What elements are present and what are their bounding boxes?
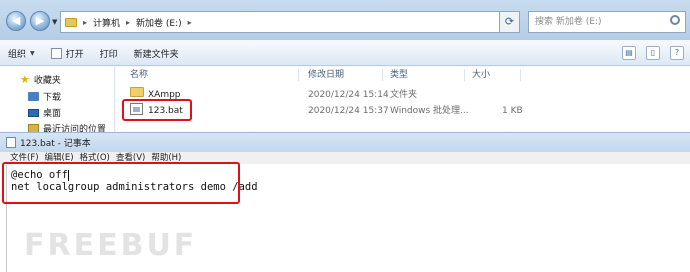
new-folder-button[interactable]: 新建文件夹: [126, 45, 187, 63]
back-button[interactable]: ◀: [6, 11, 26, 31]
notepad-icon: [6, 137, 16, 148]
file-size: 1 KB: [502, 106, 523, 116]
explorer-toolbar: 组织 ▼ 打开 打印 新建文件夹 ▤ ▯ ?: [0, 42, 690, 66]
watermark-logo: FREEBUF: [24, 228, 198, 263]
file-modified: 2020/12/24 15:37: [308, 106, 389, 116]
file-row[interactable]: XAmpp 2020/12/24 15:14 文件夹: [116, 87, 690, 103]
breadcrumb-separator-icon[interactable]: ▸: [188, 18, 192, 27]
column-header-name[interactable]: 名称: [130, 67, 148, 83]
sidebar-item-label: 下载: [43, 93, 62, 103]
organize-label: 组织: [8, 50, 27, 60]
navigation-pane: ★ 收藏夹 下载 桌面 最近访问的位置: [0, 67, 115, 140]
recent-pages-dropdown-icon[interactable]: ▼: [52, 18, 57, 26]
file-type: 文件夹: [390, 90, 418, 100]
breadcrumb-drive[interactable]: 新加卷 (E:): [136, 16, 182, 29]
desktop-icon: [28, 108, 39, 117]
column-header-modified[interactable]: 修改日期: [308, 67, 344, 83]
column-divider[interactable]: [298, 69, 299, 81]
downloads-icon: [28, 92, 39, 101]
search-input[interactable]: 搜索 新加卷 (E:): [528, 11, 686, 33]
notepad-titlebar: 123.bat - 记事本: [0, 132, 690, 152]
column-divider[interactable]: [464, 69, 465, 81]
sidebar-item-desktop[interactable]: 桌面: [28, 106, 61, 119]
folder-icon: [130, 87, 144, 97]
preview-pane-icon[interactable]: ▯: [646, 46, 660, 60]
file-row[interactable]: 123.bat 2020/12/24 15:37 Windows 批处理... …: [116, 103, 690, 119]
organize-button[interactable]: 组织 ▼: [0, 45, 43, 63]
chevron-down-icon: ▼: [30, 50, 35, 57]
file-type: Windows 批处理...: [390, 106, 469, 116]
search-placeholder: 搜索 新加卷 (E:): [535, 17, 602, 27]
column-header-type[interactable]: 类型: [390, 67, 408, 83]
file-highlight-box: [122, 99, 192, 121]
open-label: 打开: [65, 50, 84, 60]
breadcrumb-computer[interactable]: 计算机: [93, 16, 120, 29]
breadcrumb-separator-icon[interactable]: ▸: [126, 18, 130, 27]
column-divider[interactable]: [382, 69, 383, 81]
drive-folder-icon: [65, 17, 77, 27]
notepad-title: 123.bat - 记事本: [20, 139, 91, 149]
content-highlight-box: [2, 162, 240, 204]
explorer-window: ◀ ▶ ▼ ▸ 计算机 ▸ 新加卷 (E:) ▸ ⟳ 搜索 新加卷 (E:) 组…: [0, 0, 690, 140]
star-icon: ★: [20, 73, 30, 86]
open-icon: [50, 48, 62, 59]
sidebar-item-downloads[interactable]: 下载: [28, 90, 61, 103]
column-divider[interactable]: [520, 69, 521, 81]
help-icon[interactable]: ?: [670, 46, 684, 60]
breadcrumb-separator-icon[interactable]: ▸: [83, 18, 87, 27]
sidebar-item-label: 收藏夹: [33, 76, 61, 86]
print-button[interactable]: 打印: [92, 45, 126, 63]
column-header-size[interactable]: 大小: [472, 67, 490, 83]
sidebar-item-label: 桌面: [43, 109, 62, 119]
file-list: 名称 修改日期 类型 大小 XAmpp 2020/12/24 15:14 文件夹…: [116, 67, 690, 140]
view-options-icon[interactable]: ▤: [622, 46, 636, 60]
open-button[interactable]: 打开: [43, 45, 92, 63]
print-label: 打印: [99, 50, 118, 60]
address-bar[interactable]: ▸ 计算机 ▸ 新加卷 (E:) ▸: [60, 11, 500, 33]
forward-button[interactable]: ▶: [30, 11, 50, 31]
view-controls: ▤ ▯ ?: [622, 46, 684, 60]
file-modified: 2020/12/24 15:14: [308, 90, 389, 100]
sidebar-item-favorites[interactable]: ★ 收藏夹: [20, 73, 61, 86]
refresh-icon[interactable]: ⟳: [500, 11, 520, 33]
search-icon: [670, 15, 680, 25]
new-folder-label: 新建文件夹: [133, 50, 179, 60]
explorer-titlebar: ◀ ▶ ▼ ▸ 计算机 ▸ 新加卷 (E:) ▸ ⟳ 搜索 新加卷 (E:): [0, 0, 690, 40]
